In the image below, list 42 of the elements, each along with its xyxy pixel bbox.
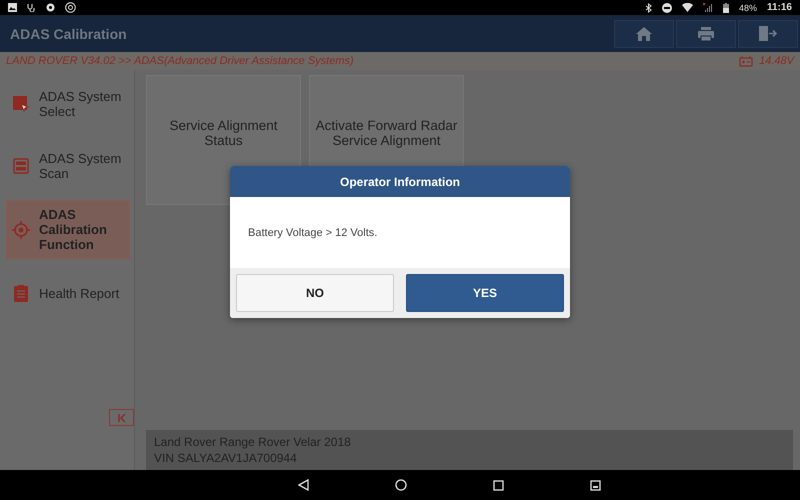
sidebar-item-label: Health Report [39, 286, 120, 300]
print-button[interactable] [676, 20, 736, 48]
image-icon [8, 3, 17, 12]
breadcrumb: LAND ROVER V34.02 >> ADAS(Advanced Driver Assistance Systems) [6, 55, 355, 67]
sidebar-item-label: ADAS System Scan [39, 151, 122, 181]
stethoscope-icon [27, 3, 36, 12]
printer-icon [698, 26, 714, 40]
cancel-button[interactable]: NO [236, 274, 394, 312]
battery-percent: 48% [738, 2, 757, 12]
shield-icon [46, 3, 55, 12]
do-not-disturb-icon [662, 2, 672, 12]
cursor-icon [13, 96, 29, 112]
dialog-title: Operator Information [230, 166, 570, 197]
bluetooth-icon [644, 2, 652, 12]
collapse-icon [118, 414, 126, 422]
scanner-icon [13, 158, 29, 174]
signal-icon [702, 3, 713, 12]
confirm-button[interactable]: YES [406, 274, 564, 312]
home-circle-icon[interactable] [394, 479, 406, 491]
sidebar-item-label: ADAS System Select [39, 89, 122, 119]
screenshot-icon[interactable] [590, 480, 600, 490]
exit-door-icon [759, 26, 777, 41]
clock: 11:16 [766, 2, 792, 13]
target-icon [12, 220, 30, 238]
gear-icon [65, 2, 76, 13]
sidebar-item[interactable]: ADAS Calibration Function [6, 200, 130, 259]
recent-apps-icon[interactable] [492, 480, 504, 490]
sidebar-item-label: ADAS Calibration Function [39, 207, 108, 252]
exit-button[interactable] [738, 20, 798, 48]
back-icon[interactable] [298, 479, 308, 491]
sidebar-item[interactable]: ADAS System Select [6, 76, 130, 132]
voltage-reading: 14.48V [759, 55, 794, 67]
home-icon [636, 26, 652, 40]
sidebar-item[interactable]: Health Report [6, 265, 130, 321]
clipboard-icon [14, 284, 28, 302]
sidebar-item[interactable]: ADAS System Scan [6, 138, 130, 194]
dialog-message: Battery Voltage > 12 Volts. [248, 226, 378, 238]
battery-icon [739, 56, 754, 66]
app-title: ADAS Calibration [10, 26, 128, 42]
battery-icon [722, 2, 729, 12]
wifi-icon [682, 3, 693, 12]
home-button[interactable] [614, 20, 674, 48]
